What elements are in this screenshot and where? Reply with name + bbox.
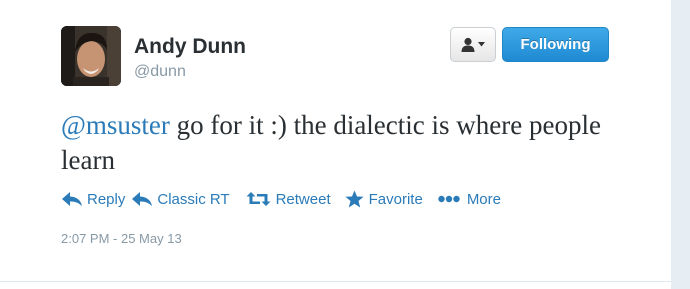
divider <box>0 281 671 282</box>
avatar-photo <box>61 26 121 86</box>
favorite-label: Favorite <box>368 190 423 208</box>
user-actions-dropdown-button[interactable] <box>450 27 496 62</box>
more-dots-icon <box>438 195 460 203</box>
more-action[interactable]: More <box>438 191 501 208</box>
user-name[interactable]: Andy Dunn <box>134 35 246 59</box>
tweet-timestamp[interactable]: 2:07 PM - 25 May 13 <box>61 231 182 246</box>
classic-rt-label: Classic RT <box>157 190 230 208</box>
chevron-down-icon <box>478 42 485 47</box>
person-icon <box>461 37 475 52</box>
reply-arrow-icon <box>132 192 153 206</box>
reply-action[interactable]: Reply <box>61 191 125 208</box>
tweet-text: @msuster go for it :) the dialectic is w… <box>61 108 651 178</box>
page-background-strip <box>671 0 690 289</box>
more-label: More <box>466 190 501 208</box>
favorite-action[interactable]: Favorite <box>345 190 423 208</box>
reply-label: Reply <box>87 190 126 208</box>
user-handle[interactable]: @dunn <box>134 63 186 81</box>
retweet-action[interactable]: Retweet <box>246 191 331 208</box>
retweet-icon <box>246 192 271 206</box>
star-icon <box>345 190 364 208</box>
mention-link[interactable]: @msuster <box>61 110 170 140</box>
reply-arrow-icon <box>62 192 82 206</box>
avatar[interactable] <box>61 26 121 86</box>
retweet-label: Retweet <box>275 190 331 208</box>
tweet-actions: Reply Classic RT Retweet Favorite More <box>61 187 501 211</box>
classic-rt-action[interactable]: Classic RT <box>131 190 230 208</box>
following-button[interactable]: Following <box>502 27 609 62</box>
